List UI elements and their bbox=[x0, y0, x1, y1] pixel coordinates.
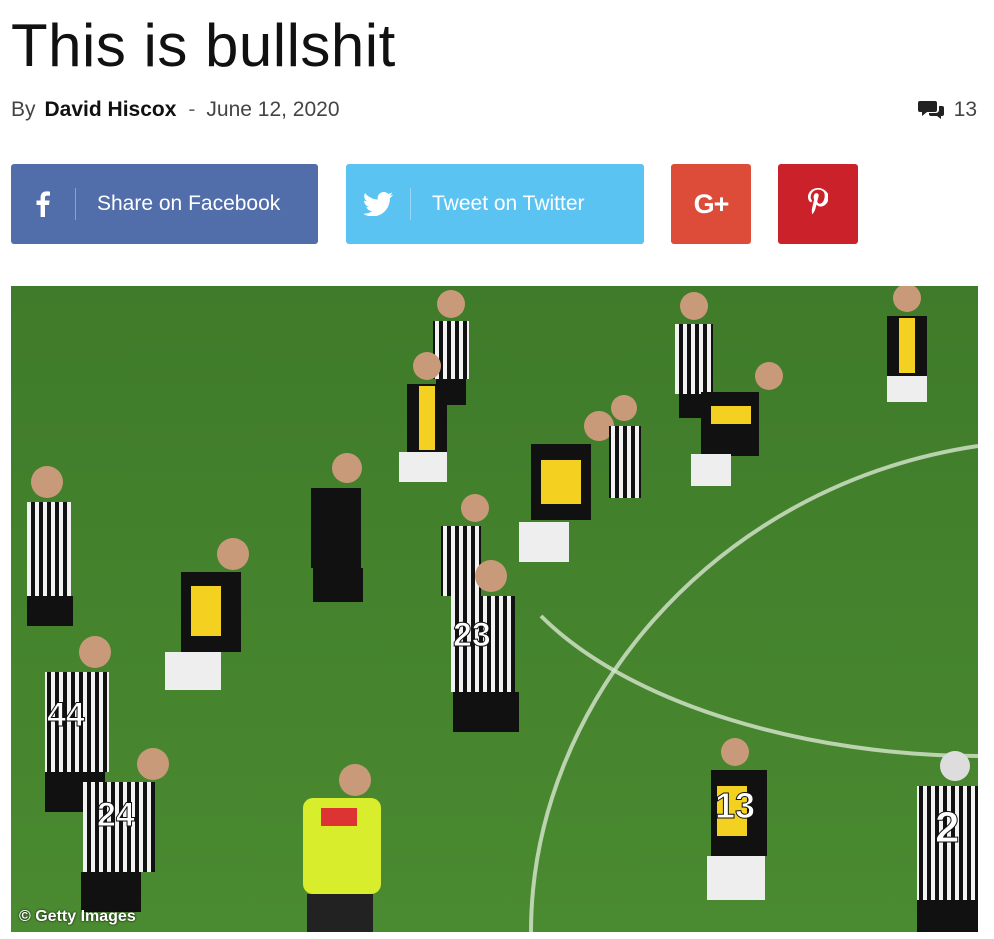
image-credit: © Getty Images bbox=[19, 908, 136, 925]
comments-link[interactable]: 13 bbox=[917, 98, 977, 122]
players-kneeling-illustration: 23 44 24 13 2 bbox=[11, 286, 978, 932]
author-link[interactable]: David Hiscox bbox=[45, 98, 177, 122]
comments-icon bbox=[917, 101, 944, 119]
svg-text:24: 24 bbox=[97, 796, 135, 834]
googleplus-icon: G+ bbox=[693, 188, 730, 219]
button-divider bbox=[410, 188, 411, 220]
meta-separator: - bbox=[188, 98, 196, 121]
svg-text:23: 23 bbox=[453, 616, 491, 654]
article-meta: By David Hiscox - June 12, 2020 bbox=[11, 98, 340, 122]
article-photo: 23 44 24 13 2 © Getty Images bbox=[11, 286, 978, 932]
tweet-twitter-button[interactable]: Tweet on Twitter bbox=[346, 164, 644, 244]
comment-count: 13 bbox=[953, 98, 977, 121]
facebook-icon bbox=[11, 191, 75, 217]
twitter-icon bbox=[346, 192, 410, 216]
publish-date: June 12, 2020 bbox=[206, 98, 340, 121]
share-googleplus-button[interactable]: G+ bbox=[671, 164, 751, 244]
share-facebook-button[interactable]: Share on Facebook bbox=[11, 164, 318, 244]
svg-text:13: 13 bbox=[715, 785, 755, 826]
button-divider bbox=[75, 188, 76, 220]
by-label: By bbox=[11, 98, 36, 121]
svg-text:44: 44 bbox=[47, 696, 85, 734]
svg-text:2: 2 bbox=[935, 803, 959, 852]
tweet-twitter-label: Tweet on Twitter bbox=[432, 192, 585, 215]
share-pinterest-button[interactable] bbox=[778, 164, 858, 244]
share-facebook-label: Share on Facebook bbox=[97, 192, 281, 215]
article-title: This is bullshit bbox=[11, 12, 396, 79]
pinterest-icon bbox=[808, 188, 829, 220]
